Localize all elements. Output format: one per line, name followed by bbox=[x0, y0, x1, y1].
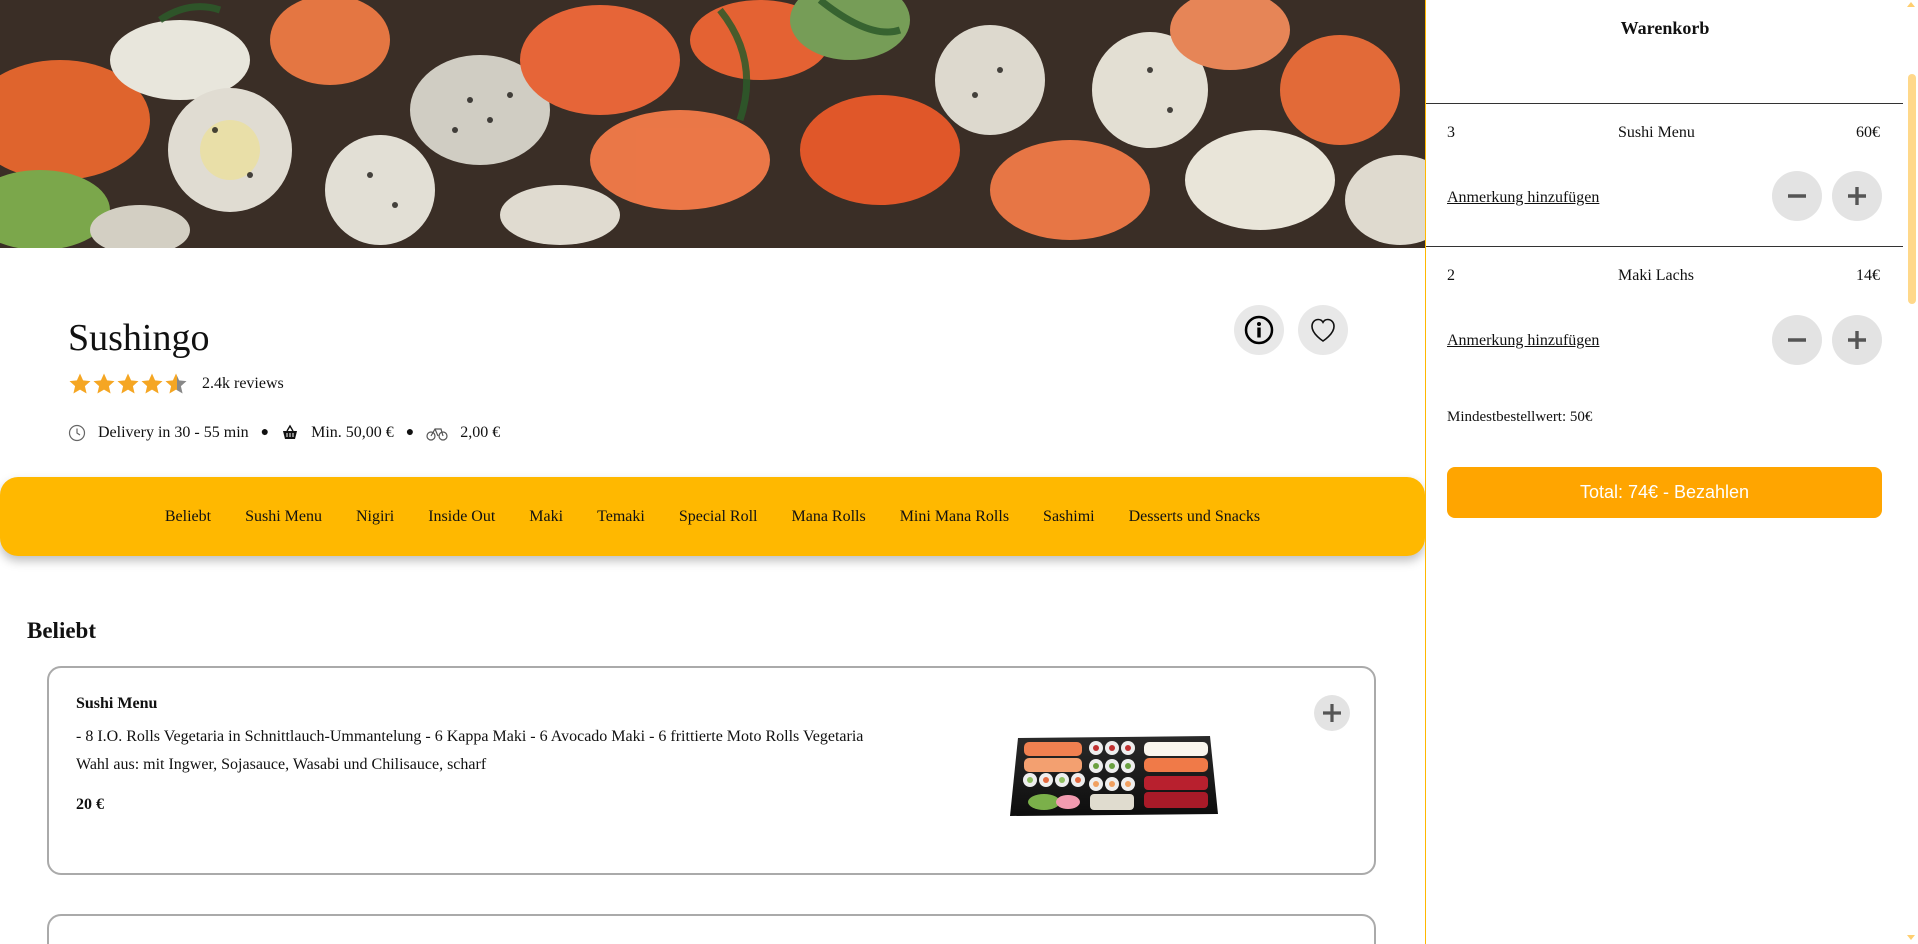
main-content: Sushingo 2.4k reviews Delivery in 30 - 5… bbox=[0, 0, 1425, 944]
category-nav: Beliebt Sushi Menu Nigiri Inside Out Mak… bbox=[0, 477, 1425, 556]
product-card[interactable] bbox=[47, 914, 1376, 944]
review-count[interactable]: 2.4k reviews bbox=[202, 375, 284, 393]
delivery-time: Delivery in 30 - 55 min bbox=[98, 424, 249, 441]
cart-item-qty: 3 bbox=[1447, 124, 1455, 141]
category-tab-temaki[interactable]: Temaki bbox=[597, 508, 645, 526]
cart-item-name: Maki Lachs bbox=[1618, 267, 1694, 284]
checkout-button[interactable]: Total: 74€ - Bezahlen bbox=[1447, 467, 1882, 518]
hero-image bbox=[0, 0, 1425, 248]
cart-item-price: 60€ bbox=[1856, 124, 1880, 141]
add-note-link[interactable]: Anmerkung hinzufügen bbox=[1447, 332, 1599, 350]
increase-qty-button[interactable] bbox=[1832, 171, 1882, 221]
cart-divider bbox=[1426, 103, 1904, 104]
restaurant-name: Sushingo bbox=[68, 317, 210, 359]
cart-title: Warenkorb bbox=[1620, 18, 1710, 38]
star-icon bbox=[141, 373, 163, 394]
star-icon bbox=[69, 373, 91, 394]
clock-icon bbox=[68, 424, 86, 442]
cart-panel: Warenkorb 3 Sushi Menu 60€ Anmerkung hin… bbox=[1425, 0, 1918, 944]
info-icon bbox=[1244, 315, 1274, 345]
scroll-down-arrow[interactable] bbox=[1907, 935, 1915, 940]
cart-divider bbox=[1426, 246, 1904, 247]
add-note-link[interactable]: Anmerkung hinzufügen bbox=[1447, 189, 1599, 207]
favorite-button[interactable] bbox=[1298, 305, 1348, 355]
star-icon bbox=[117, 373, 139, 394]
minus-icon bbox=[1788, 194, 1806, 198]
separator-dot: ● bbox=[405, 425, 415, 440]
category-tab-beliebt[interactable]: Beliebt bbox=[165, 508, 211, 526]
product-name: Sushi Menu bbox=[76, 695, 158, 712]
min-order: Min. 50,00 € bbox=[311, 424, 394, 441]
scroll-thumb[interactable] bbox=[1908, 74, 1916, 304]
min-order-note: Mindestbestellwert: 50€ bbox=[1447, 409, 1593, 425]
category-tab-inside-out[interactable]: Inside Out bbox=[428, 508, 495, 526]
product-card[interactable]: Sushi Menu - 8 I.O. Rolls Vegetaria in S… bbox=[47, 666, 1376, 875]
rating: 2.4k reviews bbox=[68, 372, 284, 396]
category-tab-mana-rolls[interactable]: Mana Rolls bbox=[791, 508, 865, 526]
category-tab-mini-mana-rolls[interactable]: Mini Mana Rolls bbox=[900, 508, 1009, 526]
minus-icon bbox=[1788, 338, 1806, 342]
category-tab-desserts[interactable]: Desserts und Snacks bbox=[1129, 508, 1261, 526]
product-description: - 8 I.O. Rolls Vegetaria in Schnittlauch… bbox=[76, 723, 863, 779]
info-button[interactable] bbox=[1234, 305, 1284, 355]
plus-icon bbox=[1323, 704, 1341, 722]
delivery-fee: 2,00 € bbox=[460, 424, 501, 441]
plus-icon bbox=[1848, 331, 1866, 349]
product-image bbox=[1004, 726, 1224, 831]
decrease-qty-button[interactable] bbox=[1772, 171, 1822, 221]
add-to-cart-button[interactable] bbox=[1314, 695, 1350, 731]
delivery-info: Delivery in 30 - 55 min ● Min. 50,00 € ●… bbox=[68, 424, 500, 442]
category-tab-sashimi[interactable]: Sashimi bbox=[1043, 508, 1095, 526]
category-tab-sushi-menu[interactable]: Sushi Menu bbox=[245, 508, 322, 526]
product-options: Wahl aus: mit Ingwer, Sojasauce, Wasabi … bbox=[76, 756, 487, 773]
cart-item-qty: 2 bbox=[1447, 267, 1455, 284]
scrollbar[interactable] bbox=[1903, 0, 1918, 944]
cart-item-name: Sushi Menu bbox=[1618, 124, 1695, 141]
basket-icon bbox=[281, 424, 299, 442]
category-tab-special-roll[interactable]: Special Roll bbox=[679, 508, 758, 526]
section-title: Beliebt bbox=[27, 618, 96, 643]
separator-dot: ● bbox=[260, 425, 270, 440]
increase-qty-button[interactable] bbox=[1832, 315, 1882, 365]
rating-stars bbox=[68, 372, 188, 396]
category-tab-maki[interactable]: Maki bbox=[529, 508, 563, 526]
category-tab-nigiri[interactable]: Nigiri bbox=[356, 508, 394, 526]
scroll-up-arrow[interactable] bbox=[1907, 2, 1915, 7]
product-contents: - 8 I.O. Rolls Vegetaria in Schnittlauch… bbox=[76, 728, 864, 745]
bike-icon bbox=[426, 424, 448, 442]
decrease-qty-button[interactable] bbox=[1772, 315, 1822, 365]
star-icon bbox=[93, 373, 115, 394]
heart-icon bbox=[1311, 318, 1335, 342]
plus-icon bbox=[1848, 187, 1866, 205]
cart-item-price: 14€ bbox=[1856, 267, 1880, 284]
product-price: 20 € bbox=[76, 796, 104, 813]
star-half-icon bbox=[165, 373, 187, 394]
